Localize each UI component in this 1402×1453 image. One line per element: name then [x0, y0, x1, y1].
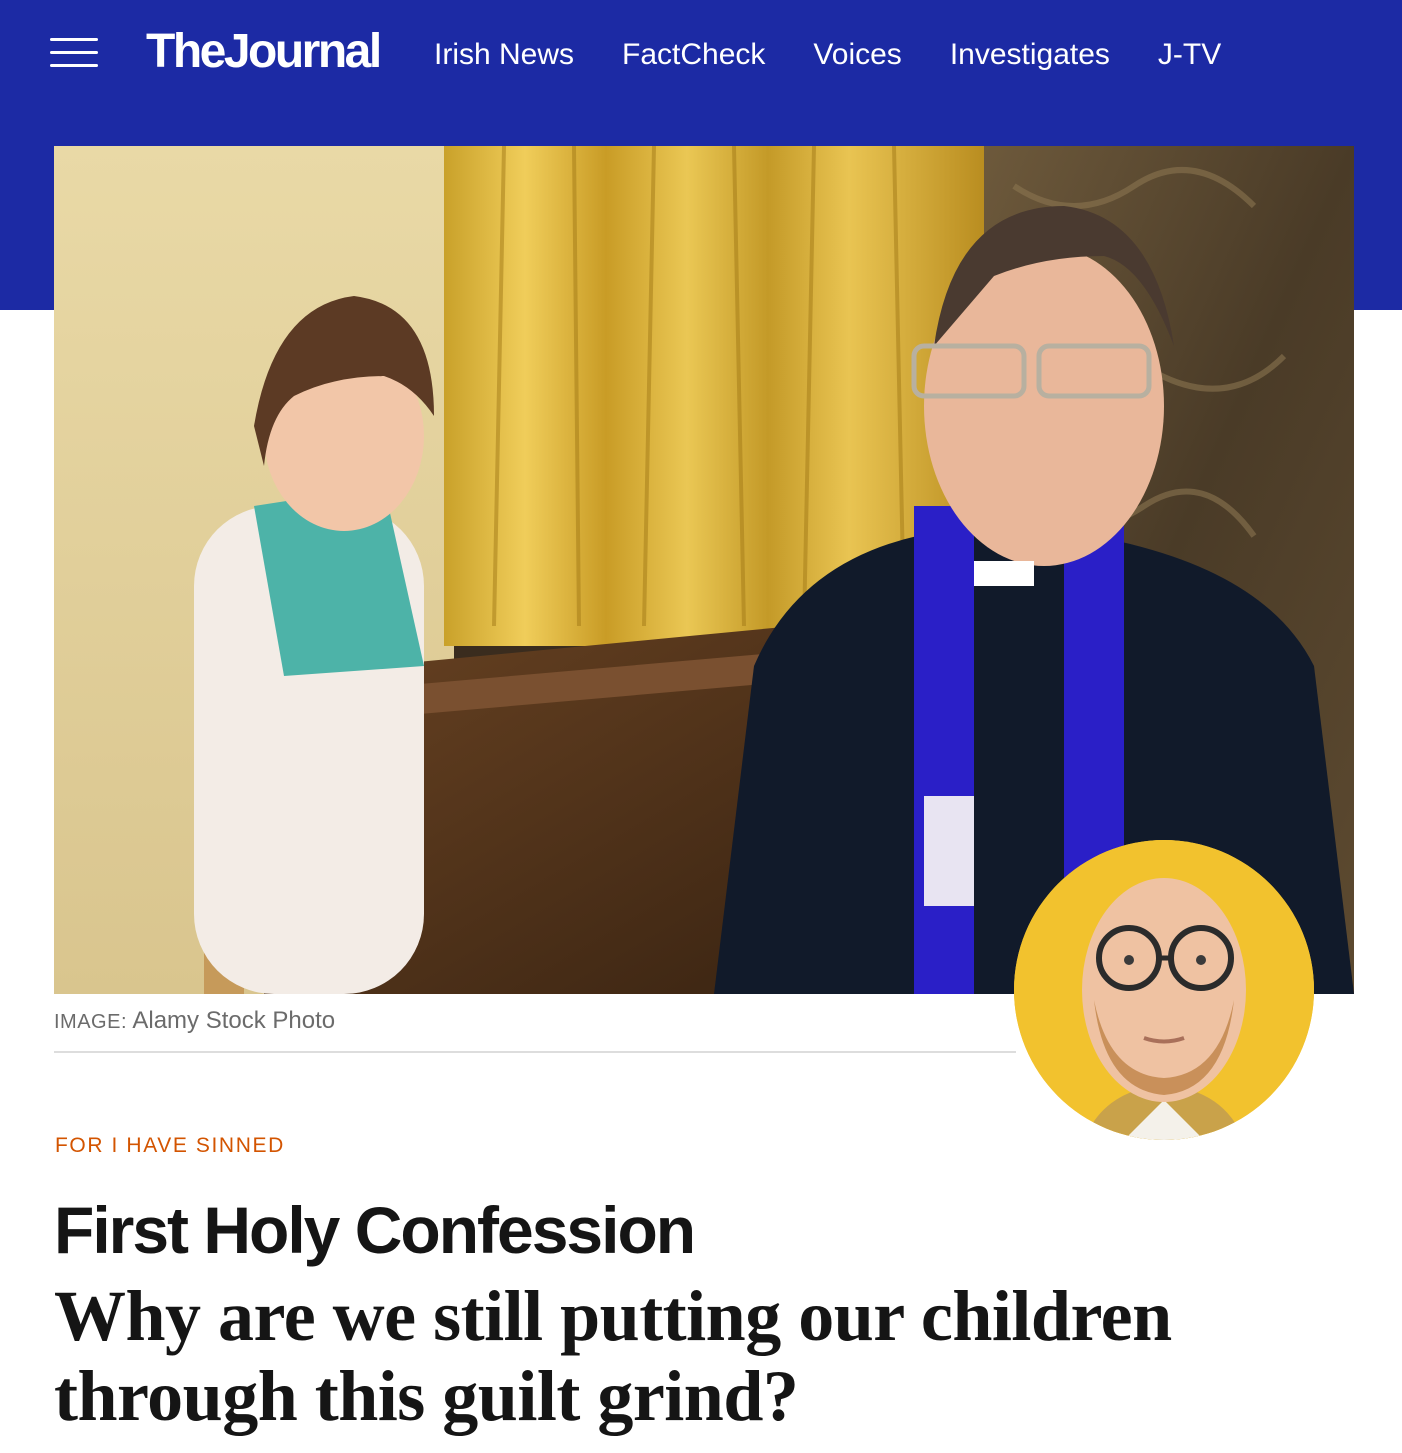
nav-link-investigates[interactable]: Investigates — [950, 36, 1110, 74]
nav-link-irish-news[interactable]: Irish News — [434, 36, 574, 74]
image-caption: IMAGE: Alamy Stock Photo — [54, 1006, 335, 1037]
caption-credit: Alamy Stock Photo — [132, 1007, 336, 1034]
hamburger-menu-icon[interactable] — [50, 36, 98, 70]
nav-link-factcheck[interactable]: FactCheck — [622, 36, 765, 74]
article-subheadline: Why are we still putting our children th… — [54, 1276, 1172, 1436]
site-logo[interactable]: TheJournal — [146, 24, 382, 80]
top-navigation-bar: TheJournal Irish News FactCheck Voices I… — [0, 0, 1402, 110]
author-avatar[interactable] — [1014, 840, 1314, 1140]
article-kicker[interactable]: FOR I HAVE SINNED — [55, 1133, 285, 1159]
caption-label: IMAGE: — [54, 1011, 128, 1033]
nav-link-voices[interactable]: Voices — [813, 36, 901, 74]
article-headline: First Holy Confession — [54, 1193, 696, 1267]
nav-link-j-tv[interactable]: J-TV — [1158, 36, 1221, 74]
main-nav: Irish News FactCheck Voices Investigates… — [434, 36, 1221, 74]
caption-divider — [54, 1051, 1016, 1053]
